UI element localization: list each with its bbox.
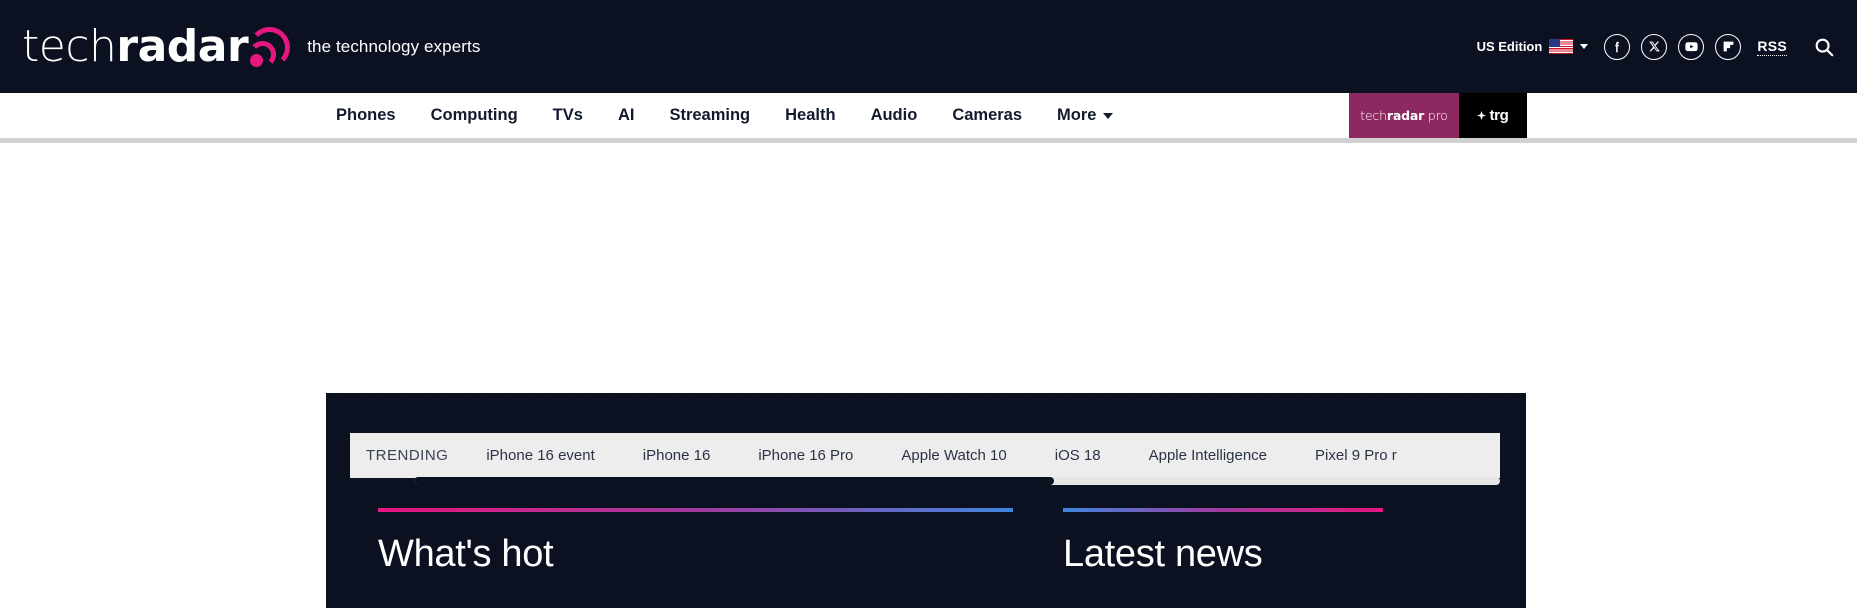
nav-item-label: TVs <box>552 106 583 124</box>
x-twitter-icon[interactable] <box>1641 33 1668 60</box>
nav-item-computing[interactable]: Computing <box>431 106 518 125</box>
site-header: techradar the technology experts US Edit… <box>0 0 1857 93</box>
pro-bold: radar <box>1386 108 1425 123</box>
main-navigation: Phones Computing TVs AI Streaming Health… <box>0 93 1857 138</box>
latest-news-rule <box>1063 508 1383 512</box>
radar-arc-outer <box>248 25 291 69</box>
facebook-icon[interactable] <box>1604 33 1631 60</box>
nav-item-label: Streaming <box>669 106 751 124</box>
chevron-down-icon <box>1103 112 1114 119</box>
content-area: TRENDING iPhone 16 event iPhone 16 iPhon… <box>0 393 1857 608</box>
logo-text-light: tech <box>22 20 117 72</box>
us-flag-icon <box>1549 39 1574 54</box>
nav-item-label: Phones <box>336 106 396 124</box>
flipboard-icon[interactable] <box>1715 33 1742 60</box>
nav-item-label: Audio <box>870 106 918 124</box>
nav-item-label: Cameras <box>952 106 1023 124</box>
nav-item-audio[interactable]: Audio <box>871 106 918 125</box>
nav-item-more[interactable]: More <box>1057 106 1114 125</box>
social-links <box>1604 33 1742 60</box>
trending-item[interactable]: iPhone 16 <box>643 447 711 464</box>
nav-item-label: More <box>1057 106 1097 124</box>
radar-signal-icon <box>248 25 291 69</box>
trending-item[interactable]: Apple Watch 10 <box>901 447 1006 464</box>
trending-item-list: iPhone 16 event iPhone 16 iPhone 16 Pro … <box>486 447 1396 464</box>
logo-wordmark: techradar <box>22 24 249 69</box>
nav-item-label: AI <box>617 106 635 124</box>
trending-scrollbar[interactable] <box>414 477 1500 485</box>
header-utility-bar: US Edition RSS <box>1477 33 1837 60</box>
nav-item-cameras[interactable]: Cameras <box>952 106 1022 125</box>
youtube-icon[interactable] <box>1678 33 1705 60</box>
whats-hot-section: What's hot <box>378 508 1013 575</box>
latest-news-section: Latest news <box>1063 508 1383 575</box>
logo-text-bold: radar <box>116 20 249 72</box>
search-icon[interactable] <box>1811 34 1837 60</box>
chevron-down-icon <box>1580 44 1589 49</box>
pro-suffix: pro <box>1427 108 1448 123</box>
latest-news-title: Latest news <box>1063 533 1263 575</box>
trending-bar: TRENDING iPhone 16 event iPhone 16 iPhon… <box>350 433 1500 478</box>
trending-item[interactable]: iOS 18 <box>1055 447 1101 464</box>
nav-brand-badges: techradar pro trg <box>1349 93 1527 138</box>
nav-item-health[interactable]: Health <box>785 106 835 125</box>
trending-item[interactable]: Pixel 9 Pro r <box>1315 447 1397 464</box>
whats-hot-rule <box>378 508 1013 512</box>
site-logo[interactable]: techradar the technology experts <box>22 24 481 69</box>
trg-label: trg <box>1489 107 1509 124</box>
featured-panel: TRENDING iPhone 16 event iPhone 16 iPhon… <box>326 393 1526 608</box>
trending-item[interactable]: iPhone 16 event <box>486 447 594 464</box>
trending-label: TRENDING <box>366 447 449 464</box>
nav-item-label: Computing <box>430 106 518 124</box>
whats-hot-title: What's hot <box>378 533 554 575</box>
trending-item[interactable]: Apple Intelligence <box>1149 447 1267 464</box>
nav-item-phones[interactable]: Phones <box>336 106 396 125</box>
pro-prefix: tech <box>1360 108 1387 123</box>
nav-item-streaming[interactable]: Streaming <box>669 106 750 125</box>
page-blank-area <box>0 143 1857 393</box>
trending-item[interactable]: iPhone 16 Pro <box>758 447 853 464</box>
nav-item-ai[interactable]: AI <box>618 106 635 125</box>
techradar-pro-label: techradar pro <box>1360 108 1448 123</box>
nav-item-tvs[interactable]: TVs <box>553 106 583 125</box>
trg-badge[interactable]: trg <box>1459 93 1527 138</box>
trending-scrollbar-thumb[interactable] <box>414 477 1054 485</box>
trg-mark-icon <box>1477 111 1487 120</box>
edition-label: US Edition <box>1476 39 1543 54</box>
nav-item-label: Health <box>785 106 836 124</box>
rss-link[interactable]: RSS <box>1757 38 1787 56</box>
edition-selector[interactable]: US Edition <box>1477 39 1589 54</box>
section-headers: What's hot Latest news <box>378 508 1493 575</box>
techradar-pro-badge[interactable]: techradar pro <box>1349 93 1459 138</box>
nav-item-list: Phones Computing TVs AI Streaming Health… <box>336 93 1114 138</box>
site-tagline: the technology experts <box>307 36 481 56</box>
